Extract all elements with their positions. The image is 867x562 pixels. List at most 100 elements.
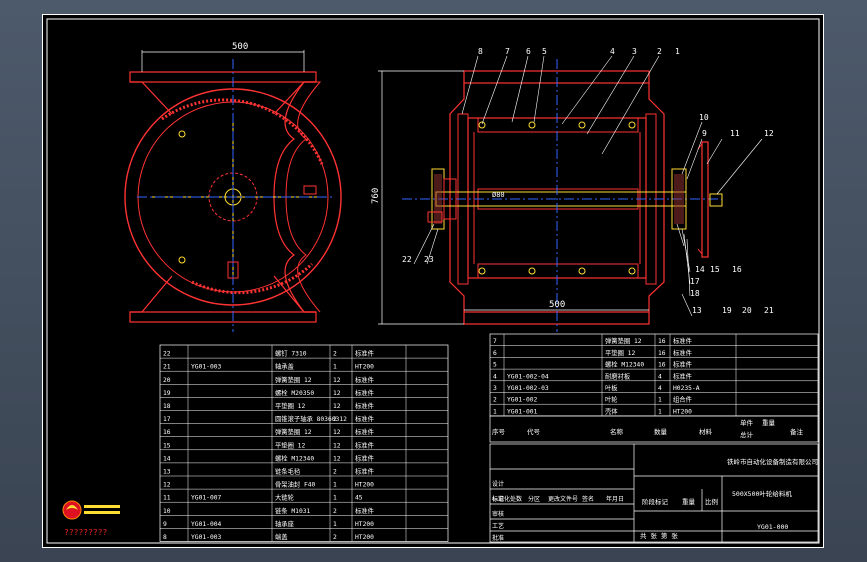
parts-cell-name: 螺栓 M12340 [605, 360, 644, 369]
parts-cell-no: 7 [493, 338, 497, 345]
parts-cell-qty: 2 [333, 508, 337, 515]
parts-cell-no: 15 [163, 442, 171, 449]
end-view: 500 [124, 42, 342, 332]
parts-cell-mat: 标准件 [355, 349, 374, 358]
header-weight: 重量 [762, 419, 776, 427]
title-role: 标准化 [492, 495, 510, 503]
drawing-sheet: 500 500 760 Ø80 8 7 6 5 4 3 2 1 10 9 11 … [42, 14, 824, 548]
parts-row: 15 平垫圈 12 12 标准件 [163, 440, 374, 449]
parts-row: 5 螺栓 M12340 16 标准件 [493, 360, 692, 369]
parts-cell-name: 大链轮 [275, 493, 295, 502]
parts-cell-no: 19 [163, 390, 171, 397]
parts-cell-mat: 45 [355, 495, 363, 502]
parts-cell-mat: 标准件 [355, 453, 374, 462]
parts-cell-no: 18 [163, 403, 171, 410]
parts-cell-name: 骨架油封 F40 [275, 480, 316, 489]
parts-cell-mat: 标准件 [355, 427, 374, 436]
parts-cell-no: 21 [163, 364, 171, 371]
parts-cell-no: 14 [163, 455, 171, 462]
parts-cell-mat: HT200 [673, 408, 692, 415]
title-role: 工艺 [492, 522, 504, 530]
parts-row: 12 骨架油封 F40 1 HT200 [163, 480, 374, 489]
parts-row: 11 YG01-007 大链轮 1 45 [163, 493, 363, 502]
parts-row: 19 螺栓 M20350 12 标准件 [163, 388, 374, 397]
balloon-label: 3 [632, 47, 637, 56]
parts-cell-mat: 标准件 [673, 360, 692, 369]
balloon-label: 8 [478, 47, 483, 56]
parts-cell-qty: 1 [333, 482, 337, 489]
parts-cell-code: YG01-002-03 [507, 385, 549, 392]
parts-row: 3 YG01-002-03 叶板 4 H0235-A [493, 383, 700, 392]
parts-cell-no: 3 [493, 385, 497, 392]
balloon-label: 7 [505, 47, 510, 56]
dim-width-top: 500 [232, 42, 248, 52]
parts-cell-mat: 组合件 [673, 395, 692, 404]
parts-row: 13 链条毛毡 2 标准件 [163, 467, 374, 476]
parts-row: 9 YG01-004 轴承座 1 HT200 [163, 519, 374, 528]
parts-cell-mat: H0235-A [673, 385, 700, 392]
parts-cell-no: 17 [163, 416, 171, 423]
drawing-title: 500X500叶轮给料机 [732, 489, 792, 498]
title-role: 批准 [492, 534, 504, 542]
parts-cell-code: YG01-001 [507, 408, 538, 415]
parts-row: 10 链条 M1031 2 标准件 [163, 506, 374, 515]
parts-cell-name: 轴承座 [275, 519, 294, 528]
parts-cell-qty: 12 [333, 377, 341, 384]
balloon-label: 17 [690, 277, 700, 286]
title-role: 设计 [492, 480, 504, 488]
parts-cell-code: YG01-002-04 [507, 373, 549, 380]
parts-cell-mat: 标准件 [355, 467, 374, 476]
title-row-label: 签名 [582, 495, 594, 503]
parts-cell-code: YG01-007 [191, 495, 222, 502]
parts-cell-no: 13 [163, 469, 171, 476]
parts-cell-mat: HT200 [355, 534, 374, 541]
parts-cell-qty: 4 [658, 385, 662, 392]
parts-cell-qty: 12 [333, 442, 341, 449]
parts-cell-name: 轴承盖 [275, 362, 295, 371]
parts-row: 16 弹簧垫圈 12 12 标准件 [163, 427, 374, 436]
title-row-label: 更改文件号 [548, 495, 578, 503]
parts-header: 序号 代号 名称 数量 材料 单件 总计 重量 备注 [489, 415, 819, 443]
balloon-label: 14 [695, 265, 705, 274]
balloon-label: 12 [764, 129, 774, 138]
dim-shaft: Ø80 [492, 191, 505, 199]
parts-cell-qty: 12 [333, 390, 341, 397]
parts-cell-mat: 标准件 [673, 336, 692, 345]
balloon-label: 19 [722, 306, 732, 315]
parts-cell-name: 平垫圈 12 [275, 401, 305, 410]
parts-cell-no: 2 [493, 397, 497, 404]
parts-cell-qty: 1 [333, 521, 337, 528]
parts-cell-no: 6 [493, 350, 497, 357]
parts-row: 21 YG01-003 轴承盖 1 HT200 [163, 362, 374, 371]
balloon-label: 9 [702, 129, 707, 138]
parts-row: 4 YG01-002-04 耐磨衬板 4 标准件 [493, 371, 692, 380]
balloon-label: 2 [657, 47, 662, 56]
parts-cell-mat: 标准件 [355, 414, 374, 423]
balloon-label: 5 [542, 47, 547, 56]
parts-cell-name: 链条 M1031 [275, 506, 311, 515]
parts-cell-qty: 2 [333, 469, 337, 476]
parts-row: 7 弹簧垫圈 12 16 标准件 [493, 336, 692, 345]
parts-cell-mat: HT200 [355, 521, 374, 528]
scale-label: 比例 [705, 497, 718, 506]
header-code: 代号 [527, 427, 541, 436]
balloon-label: 15 [710, 265, 720, 274]
parts-cell-no: 1 [493, 408, 497, 415]
title-row-label: 分区 [528, 495, 540, 503]
parts-cell-name: 弹簧垫圈 12 [275, 427, 312, 436]
company-name: 铁岭市自动化设备制造有限公司 [727, 457, 818, 466]
parts-cell-name: 螺钉 7310 [275, 349, 307, 358]
parts-cell-qty: 4 [658, 373, 662, 380]
parts-cell-qty: 12 [333, 429, 341, 436]
parts-cell-mat: HT200 [355, 482, 374, 489]
logo-text: ????????? [64, 528, 108, 537]
balloon-label: 22 [402, 255, 412, 264]
balloon-label: 23 [424, 255, 434, 264]
parts-cell-mat: 标准件 [355, 375, 374, 384]
title-row-label: 年月日 [606, 495, 624, 503]
parts-cell-mat: 标准件 [673, 348, 692, 357]
parts-cell-code: YG01-004 [191, 521, 222, 528]
parts-cell-code: YG01-002 [507, 397, 538, 404]
parts-cell-mat: 标准件 [355, 388, 374, 397]
title-role: 审核 [492, 510, 504, 518]
